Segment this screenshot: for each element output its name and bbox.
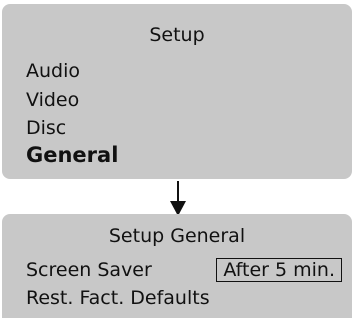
screen-saver-label[interactable]: Screen Saver xyxy=(26,259,152,281)
menu-item-video[interactable]: Video xyxy=(26,89,79,111)
arrow-down-icon xyxy=(170,181,186,216)
menu-item-audio[interactable]: Audio xyxy=(26,60,80,82)
menu-item-disc[interactable]: Disc xyxy=(26,117,66,139)
reset-factory-defaults-item[interactable]: Rest. Fact. Defaults xyxy=(26,287,210,309)
setup-menu-title: Setup xyxy=(149,24,205,46)
menu-item-general[interactable]: General xyxy=(26,144,118,166)
setup-general-panel: Setup General Screen Saver After 5 min. … xyxy=(2,214,352,318)
screen-saver-value[interactable]: After 5 min. xyxy=(216,258,342,282)
setup-general-title: Setup General xyxy=(108,225,246,247)
setup-menu-panel: Setup Audio Video Disc General xyxy=(2,4,352,179)
